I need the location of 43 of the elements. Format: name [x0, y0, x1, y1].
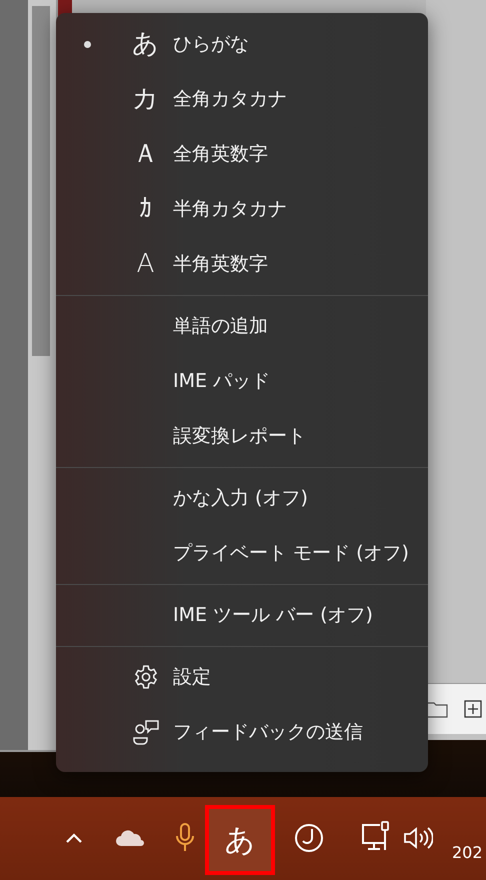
- menu-item-label: 設定: [173, 665, 211, 690]
- menu-item-label: IME ツール バー (オフ): [173, 603, 373, 628]
- feedback-icon: [132, 719, 160, 745]
- volume-icon[interactable]: [403, 826, 433, 850]
- menu-item-label: IME パッド: [173, 369, 270, 394]
- menu-item[interactable]: 設定: [56, 649, 428, 705]
- menu-item[interactable]: Ａ 全角英数字: [56, 126, 428, 182]
- menu-item[interactable]: あ ひらがな: [56, 16, 428, 72]
- menu-item[interactable]: カ 全角カタカナ: [56, 71, 428, 127]
- menu-item[interactable]: ｶ 半角カタカナ: [56, 181, 428, 237]
- menu-item[interactable]: A 半角英数字: [56, 236, 428, 292]
- mode-glyph: カ: [132, 86, 159, 112]
- menu-item-label: かな入力 (オフ): [173, 486, 308, 511]
- menu-item[interactable]: IME ツール バー (オフ): [56, 587, 428, 643]
- mode-glyph: ｶ: [139, 196, 152, 222]
- moon-circle-icon[interactable]: [294, 823, 324, 853]
- menu-item-label: 半角カタカナ: [173, 197, 287, 222]
- clock-text: 202: [452, 843, 483, 862]
- menu-item-label: 単語の追加: [173, 314, 268, 339]
- menu-item[interactable]: プライベート モード (オフ): [56, 525, 428, 581]
- menu-item-label: フィードバックの送信: [173, 720, 363, 745]
- mode-glyph: A: [136, 251, 154, 277]
- network-icon[interactable]: [360, 821, 392, 853]
- menu-item[interactable]: フィードバックの送信: [56, 704, 428, 760]
- ime-mode-button[interactable]: あ: [205, 805, 275, 875]
- menu-item-label: 半角英数字: [173, 252, 268, 277]
- chevron-up-icon[interactable]: [64, 831, 84, 845]
- menu-item[interactable]: 誤変換レポート: [56, 408, 428, 464]
- cloud-icon[interactable]: [115, 828, 145, 848]
- menu-item[interactable]: 単語の追加: [56, 298, 428, 354]
- menu-item[interactable]: IME パッド: [56, 353, 428, 409]
- menu-item-label: プライベート モード (オフ): [173, 541, 409, 566]
- settings-icon: [132, 664, 158, 690]
- mode-glyph: Ａ: [132, 141, 158, 167]
- add-icon[interactable]: [464, 700, 482, 718]
- menu-item-label: ひらがな: [173, 32, 249, 57]
- scrollbar-thumb[interactable]: [32, 6, 50, 356]
- menu-item-label: 誤変換レポート: [173, 424, 306, 449]
- menu-item[interactable]: かな入力 (オフ): [56, 470, 428, 526]
- mode-glyph: あ: [132, 31, 159, 57]
- microphone-icon[interactable]: [176, 823, 194, 853]
- menu-item-label: 全角カタカナ: [173, 87, 287, 112]
- menu-item-label: 全角英数字: [173, 142, 268, 167]
